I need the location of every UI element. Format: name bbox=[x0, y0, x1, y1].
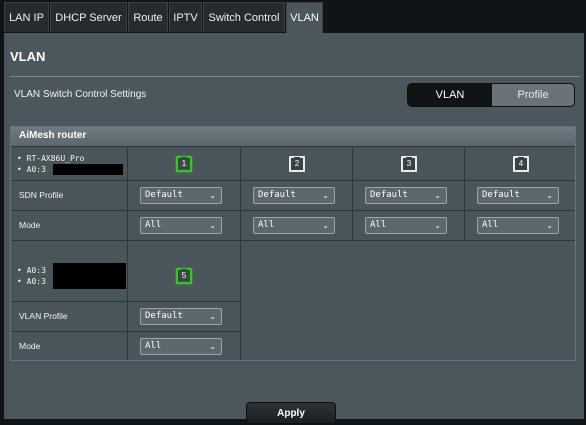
sdn-profile-select-port-3[interactable]: Default ⌄ bbox=[365, 187, 447, 204]
sdn-profile-value-2: Default bbox=[258, 190, 296, 200]
page-title: VLAN bbox=[10, 49, 46, 64]
segment-profile-button[interactable]: Profile bbox=[492, 84, 574, 106]
chevron-down-icon: ⌄ bbox=[209, 191, 216, 200]
sdn-profile-value-4: Default bbox=[482, 190, 520, 200]
chevron-down-icon: ⌄ bbox=[434, 191, 441, 200]
mode-value-3: All bbox=[370, 220, 387, 230]
chevron-down-icon: ⌄ bbox=[322, 221, 329, 230]
device1-model: • RT-AX86U_Pro bbox=[17, 154, 85, 163]
port-4-label: 4 bbox=[518, 159, 524, 168]
vlan-profile-value: Default bbox=[145, 311, 183, 321]
tab-vlan[interactable]: VLAN bbox=[286, 2, 323, 35]
section-title: AiMesh router bbox=[19, 130, 87, 141]
tab-lan-ip[interactable]: LAN IP bbox=[4, 2, 49, 32]
mode-select-port-4[interactable]: All ⌄ bbox=[477, 217, 559, 234]
port-3-icon[interactable]: 3 bbox=[401, 156, 417, 172]
segment-vlan-button[interactable]: VLAN bbox=[408, 84, 492, 106]
port-3-label: 3 bbox=[406, 159, 412, 168]
mode-label: Mode bbox=[19, 220, 41, 230]
apply-button[interactable]: Apply bbox=[246, 402, 336, 424]
port-5-label: 5 bbox=[181, 271, 187, 280]
sdn-profile-select-port-2[interactable]: Default ⌄ bbox=[253, 187, 335, 204]
chevron-down-icon: ⌄ bbox=[209, 221, 216, 230]
redaction-mask bbox=[53, 263, 126, 289]
sdn-profile-select-port-1[interactable]: Default ⌄ bbox=[140, 187, 222, 204]
chevron-down-icon: ⌄ bbox=[546, 221, 553, 230]
port-2-icon[interactable]: 2 bbox=[289, 156, 305, 172]
sdn-profile-label: SDN Profile bbox=[19, 190, 64, 200]
vlan-profile-toggle: VLAN Profile bbox=[407, 83, 575, 107]
port-4-icon[interactable]: 4 bbox=[513, 156, 529, 172]
mode-value-4: All bbox=[482, 220, 499, 230]
tab-switch-control[interactable]: Switch Control bbox=[203, 2, 285, 32]
mode-value-2: All bbox=[258, 220, 275, 230]
chevron-down-icon: ⌄ bbox=[434, 221, 441, 230]
sdn-profile-value-1: Default bbox=[145, 190, 183, 200]
vlan-profile-label: VLAN Profile bbox=[19, 311, 68, 321]
mode-label-port-5: Mode bbox=[19, 341, 41, 351]
device2-mac-2: • A0:3 bbox=[17, 277, 46, 286]
tab-route[interactable]: Route bbox=[128, 2, 168, 32]
switch-settings-label: VLAN Switch Control Settings bbox=[14, 89, 147, 100]
sdn-profile-value-3: Default bbox=[370, 190, 408, 200]
sdn-profile-select-port-4[interactable]: Default ⌄ bbox=[477, 187, 559, 204]
vlan-profile-select-port-5[interactable]: Default ⌄ bbox=[140, 308, 222, 325]
port-grid: AiMesh router • RT-AX86U_Pro • A0:3 1 2 … bbox=[10, 126, 576, 361]
mode-select-port-3[interactable]: All ⌄ bbox=[365, 217, 447, 234]
section-header: AiMesh router bbox=[11, 127, 575, 147]
mode-value-1: All bbox=[145, 220, 162, 230]
mode-value-port-5: All bbox=[145, 341, 162, 351]
mode-select-port-2[interactable]: All ⌄ bbox=[253, 217, 335, 234]
vlan-panel: VLAN VLAN Switch Control Settings VLAN P… bbox=[4, 33, 584, 419]
chevron-down-icon: ⌄ bbox=[209, 342, 216, 351]
port-1-icon[interactable]: 1 bbox=[176, 156, 192, 172]
mode-select-port-1[interactable]: All ⌄ bbox=[140, 217, 222, 234]
redaction-mask bbox=[53, 164, 123, 175]
chevron-down-icon: ⌄ bbox=[546, 191, 553, 200]
port-5-icon[interactable]: 5 bbox=[176, 268, 192, 284]
chevron-down-icon: ⌄ bbox=[209, 312, 216, 321]
port-1-label: 1 bbox=[181, 159, 187, 168]
tab-iptv[interactable]: IPTV bbox=[169, 2, 202, 32]
tab-dhcp-server[interactable]: DHCP Server bbox=[50, 2, 127, 32]
chevron-down-icon: ⌄ bbox=[322, 191, 329, 200]
port-2-label: 2 bbox=[294, 159, 300, 168]
device2-info: • A0:3 • A0:3 bbox=[17, 265, 46, 287]
device2-mac-1: • A0:3 bbox=[17, 266, 46, 275]
title-divider bbox=[10, 76, 580, 77]
mode-select-port-5[interactable]: All ⌄ bbox=[140, 338, 222, 355]
